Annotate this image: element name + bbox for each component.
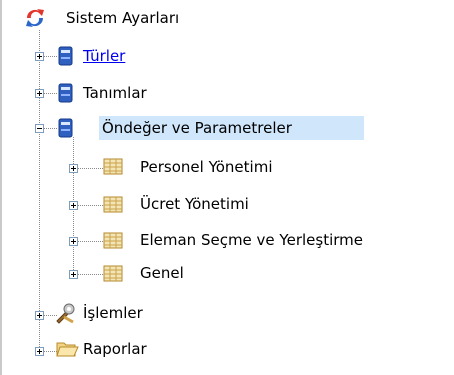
expand-toggle[interactable] <box>69 164 78 173</box>
tree-item-label: İşlemler <box>83 304 143 322</box>
expand-toggle[interactable] <box>69 201 78 210</box>
tree-item-label: Öndeğer ve Parametreler <box>99 116 364 140</box>
tree-item-label[interactable]: Türler <box>80 44 128 68</box>
expand-toggle[interactable] <box>35 311 44 320</box>
tree-item-label: Raporlar <box>83 340 147 358</box>
book-icon <box>58 118 73 138</box>
expand-toggle[interactable] <box>35 52 44 61</box>
tree-item-label: Eleman Seçme ve Yerleştirme <box>140 231 364 249</box>
book-icon <box>58 46 73 66</box>
tree-item-label: Ücret Yönetimi <box>140 195 249 213</box>
expand-toggle[interactable] <box>69 237 78 246</box>
grid-icon <box>103 265 123 282</box>
left-edge-border <box>0 0 2 375</box>
folder-icon <box>56 342 79 357</box>
expand-toggle[interactable] <box>35 89 44 98</box>
sync-arrows-icon <box>26 9 44 27</box>
expand-toggle[interactable] <box>35 347 44 356</box>
tree-item-label: Genel <box>140 264 184 282</box>
book-icon <box>58 83 73 103</box>
tree-item-label: Tanımlar <box>83 84 147 102</box>
grid-icon <box>103 196 123 213</box>
grid-icon <box>103 158 123 175</box>
settings-tree: Sistem Ayarları Türler Tanımlar Öndeğer … <box>0 0 454 375</box>
collapse-toggle[interactable] <box>35 124 44 133</box>
expand-toggle[interactable] <box>69 270 78 279</box>
tree-connector-main <box>39 30 40 355</box>
grid-icon <box>103 232 123 249</box>
tools-icon <box>56 303 75 324</box>
tree-root-label: Sistem Ayarları <box>66 9 180 27</box>
tree-item-label: Personel Yönetimi <box>140 158 273 176</box>
